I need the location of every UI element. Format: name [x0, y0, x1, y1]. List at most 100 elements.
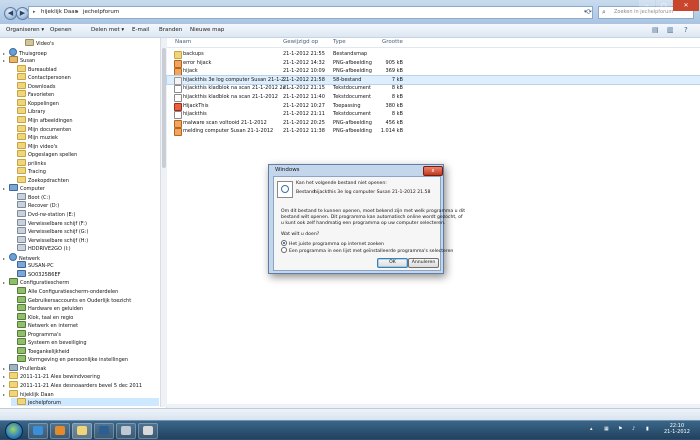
expand-arrow-icon[interactable]: ▸: [3, 255, 8, 263]
nav-item[interactable]: Hardware en geluiden: [11, 304, 159, 312]
preview-pane-icon[interactable]: ▥: [667, 26, 674, 34]
nav-item[interactable]: Systeem en beveiliging: [11, 338, 159, 346]
taskbar-app[interactable]: [116, 423, 136, 439]
address-bar[interactable]: ▸ hijeklijk Daan ▸ jechelpforum ▾: [28, 6, 593, 19]
nav-item[interactable]: ▸ 2011-11-21 Alex desnoaarders bevel 5 de…: [3, 381, 159, 389]
file-row[interactable]: error hijack 21-1-2012 14:32 PNG-afbeeldin…: [167, 59, 700, 68]
nav-item[interactable]: Mijn afbeeldingen: [11, 115, 159, 124]
nav-item[interactable]: Mijn muziek: [11, 133, 159, 141]
nav-item[interactable]: ▸ Prullenbak: [3, 363, 159, 372]
taskbar-app2[interactable]: [138, 423, 158, 439]
file-row[interactable]: hijackthis kladblok na scan 21-1-2012 21-…: [167, 93, 700, 102]
start-button[interactable]: [5, 422, 23, 440]
nav-item[interactable]: ▸ Susan: [3, 56, 159, 64]
nav-item[interactable]: Klok, taal en regio: [11, 312, 159, 321]
nav-item[interactable]: Bureaublad: [11, 64, 159, 73]
nav-item[interactable]: Verwisselbare schijf (G:): [11, 227, 159, 235]
nav-item[interactable]: Opgeslagen spellen: [11, 150, 159, 158]
expand-arrow-icon[interactable]: ▸: [3, 279, 8, 287]
nav-item[interactable]: ▸ 2011-11-21 Alex bewindvoering: [3, 372, 159, 380]
refresh-icon[interactable]: ⟳: [583, 6, 595, 19]
taskbar-player[interactable]: [94, 423, 114, 439]
nav-item[interactable]: Programma's: [11, 329, 159, 338]
nav-item[interactable]: Koppelingen: [11, 98, 159, 107]
nav-item[interactable]: ▸ Netwerk: [3, 252, 159, 263]
volume-icon[interactable]: ♪: [632, 426, 635, 432]
nav-item[interactable]: Mijn documenten: [11, 124, 159, 133]
nav-item[interactable]: Vormgeving en persoonlijke instellingen: [11, 355, 159, 363]
expand-arrow-icon[interactable]: ▸: [3, 185, 8, 193]
column-header-date[interactable]: Gewijzigd op: [283, 39, 318, 45]
nav-item[interactable]: Mijn video's: [11, 141, 159, 150]
nav-item[interactable]: Library: [11, 107, 159, 115]
option-select-program[interactable]: Een programma in een lijst met geïnstall…: [281, 247, 453, 255]
network-icon[interactable]: ▦: [604, 426, 609, 432]
nav-item[interactable]: Zoekopdrachten: [11, 175, 159, 184]
file-row[interactable]: backups 21-1-2012 21:55 Bestandsmap: [167, 50, 700, 59]
nav-item[interactable]: HDDRIVE2GO (I:): [11, 244, 159, 252]
column-header-name[interactable]: Naam: [175, 39, 191, 45]
flag-icon[interactable]: ⚑: [618, 426, 622, 432]
nav-item[interactable]: ▸ Configuratiescherm: [3, 278, 159, 286]
nav-item[interactable]: Contactpersonen: [11, 73, 159, 81]
nav-item[interactable]: SO0325B6EF: [11, 269, 159, 278]
nav-item[interactable]: SUSAN-PC: [11, 261, 159, 269]
nav-item[interactable]: Favorieten: [11, 90, 159, 98]
ok-button[interactable]: OK: [377, 258, 408, 268]
expand-arrow-icon[interactable]: ▸: [3, 391, 8, 399]
file-row[interactable]: hijack 21-1-2012 10:09 PNG-afbeelding 369 k…: [167, 67, 700, 77]
nav-item[interactable]: Verwisselbare schijf (H:): [11, 235, 159, 244]
taskbar-ie[interactable]: [28, 423, 48, 439]
nav-item[interactable]: Toegankelijkheid: [11, 346, 159, 355]
taskbar-media[interactable]: [50, 423, 70, 439]
taskbar-explorer[interactable]: [72, 423, 92, 439]
nav-scrollbar[interactable]: [160, 38, 167, 407]
nav-item[interactable]: Netwerk en internet: [11, 321, 159, 329]
file-size: 1.014 kB: [380, 128, 403, 135]
nav-item[interactable]: jechelpforum: [11, 398, 159, 407]
nav-item[interactable]: Video's: [19, 39, 159, 47]
share-button[interactable]: Delen met ▾: [91, 27, 124, 33]
radio-selected[interactable]: [281, 240, 287, 246]
nav-item[interactable]: ▸ Thuisgroep: [3, 47, 159, 57]
minimize-button[interactable]: –: [639, 0, 655, 11]
file-row[interactable]: malware scan voltooid 21-1-2012 21-1-2012…: [167, 119, 700, 128]
tray-up-icon[interactable]: ▴: [590, 426, 593, 432]
nav-item[interactable]: Recover (D:): [11, 201, 159, 209]
nav-item[interactable]: Verwisselbare schijf (F:): [11, 218, 159, 227]
file-row[interactable]: hijackthis 21-1-2012 21:11 Tekstdocument 8 …: [167, 110, 700, 120]
nav-item[interactable]: Alle Configuratiescherm-onderdelen: [11, 286, 159, 295]
column-header-size[interactable]: Grootte: [382, 39, 403, 45]
nav-item[interactable]: Tracing: [11, 167, 159, 175]
burn-button[interactable]: Branden: [159, 27, 182, 33]
nav-item[interactable]: Boot (C:): [11, 192, 159, 201]
nav-item[interactable]: ▸ Computer: [3, 184, 159, 192]
close-button[interactable]: ✕: [673, 0, 699, 11]
battery-icon[interactable]: ▮: [646, 426, 649, 432]
file-row[interactable]: hijackthis kladblok na scan 21-1-2012 2e…: [167, 84, 700, 94]
file-row[interactable]: hijackthis 3e log computer Susan 21-1-2.…: [166, 74, 700, 85]
file-row[interactable]: melding computer Susan 21-1-2012 21-1-201…: [167, 127, 700, 137]
organize-button[interactable]: Organiseren ▾: [6, 27, 44, 33]
expand-arrow-icon[interactable]: ▸: [3, 57, 8, 65]
cancel-button[interactable]: Annuleren: [408, 258, 439, 268]
file-row[interactable]: HijackThis 21-1-2012 10:27 Toepassing 380 k…: [167, 102, 700, 111]
scrollbar-thumb[interactable]: [162, 48, 166, 168]
breadcrumb-segment[interactable]: hijeklijk Daan: [41, 9, 78, 15]
breadcrumb-segment[interactable]: jechelpforum: [83, 9, 119, 15]
open-button[interactable]: Openen: [50, 27, 72, 33]
new-folder-button[interactable]: Nieuwe map: [190, 27, 224, 33]
maximize-button[interactable]: ▢: [656, 0, 672, 11]
email-button[interactable]: E-mail: [132, 27, 149, 33]
nav-item[interactable]: Gebruikersaccounts en Ouderlijk toezicht: [11, 295, 159, 304]
clock[interactable]: 22:10 21-1-2012: [664, 423, 690, 435]
nav-item[interactable]: Dvd-rw-station (E:): [11, 210, 159, 218]
nav-item[interactable]: prilinks: [11, 158, 159, 167]
help-icon[interactable]: ?: [684, 26, 688, 34]
view-options-icon[interactable]: ▤: [652, 26, 659, 34]
column-header-type[interactable]: Type: [333, 39, 346, 45]
nav-item[interactable]: ▸ hijeklijk Daan: [3, 389, 159, 399]
dialog-close-button[interactable]: x: [423, 166, 443, 176]
nav-item[interactable]: Downloads: [11, 81, 159, 90]
radio-unselected[interactable]: [281, 247, 287, 253]
